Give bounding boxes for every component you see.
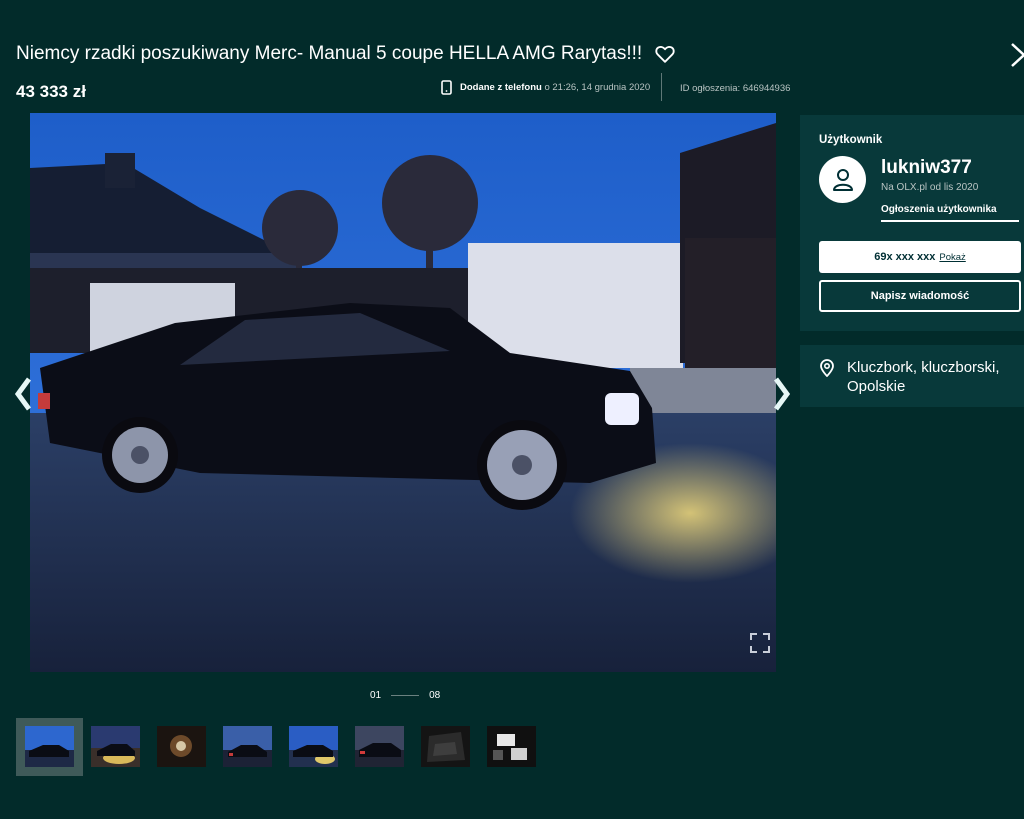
location-text: Kluczbork, kluczborski, Opolskie	[847, 359, 1000, 395]
pager-current: 01	[370, 690, 382, 701]
thumbnail-3[interactable]	[157, 726, 206, 767]
next-photo-arrow[interactable]	[772, 377, 790, 411]
fullscreen-icon[interactable]	[750, 633, 770, 653]
show-phone-link[interactable]: Pokaż	[939, 252, 965, 263]
close-icon[interactable]	[1008, 40, 1024, 70]
location-card: Kluczbork, kluczborski, Opolskie	[800, 345, 1024, 407]
pager-line	[391, 695, 420, 696]
meta-divider	[661, 73, 662, 101]
thumbnail-8[interactable]	[487, 726, 536, 767]
message-button[interactable]: Napisz wiadomość	[819, 280, 1021, 312]
user-icon	[832, 168, 853, 191]
prev-photo-arrow[interactable]	[15, 377, 33, 411]
avatar[interactable]	[819, 156, 866, 203]
heart-icon[interactable]	[654, 43, 676, 65]
pager-total: 08	[429, 690, 441, 701]
thumbnail-4[interactable]	[223, 726, 272, 767]
user-since: Na OLX.pl od lis 2020	[881, 182, 979, 193]
price: 43 333 zł	[16, 82, 86, 101]
thumbnail-2[interactable]	[91, 726, 140, 767]
thumbnail-6[interactable]	[355, 726, 404, 767]
thumbnail-7[interactable]	[421, 726, 470, 767]
user-ads-link[interactable]: Ogłoszenia użytkownika	[881, 204, 1019, 222]
show-phone-button[interactable]: 69x xxx xxx Pokaż	[819, 241, 1021, 273]
user-card: Użytkownik lukniw377 Na OLX.pl od lis 20…	[800, 115, 1024, 331]
location-pin-icon	[820, 359, 834, 377]
main-photo[interactable]	[30, 113, 776, 672]
user-name[interactable]: lukniw377	[881, 157, 972, 179]
ad-id: ID ogłoszenia: 646944936	[680, 83, 791, 94]
phone-number: 69x xxx xxx	[874, 251, 936, 263]
added-time: o 21:26, 14 grudnia 2020	[544, 82, 651, 93]
phone-icon	[441, 80, 452, 95]
thumbnail-5[interactable]	[289, 726, 338, 767]
user-heading: Użytkownik	[819, 134, 883, 146]
thumbnail-1[interactable]	[25, 726, 74, 767]
gallery-pager: 01 08	[370, 690, 440, 701]
listing-title: Niemcy rzadki poszukiwany Merc- Manual 5…	[16, 43, 643, 64]
added-label: Dodane z telefonu	[460, 82, 542, 93]
added-info: Dodane z telefonu o 21:26, 14 grudnia 20…	[441, 80, 650, 95]
